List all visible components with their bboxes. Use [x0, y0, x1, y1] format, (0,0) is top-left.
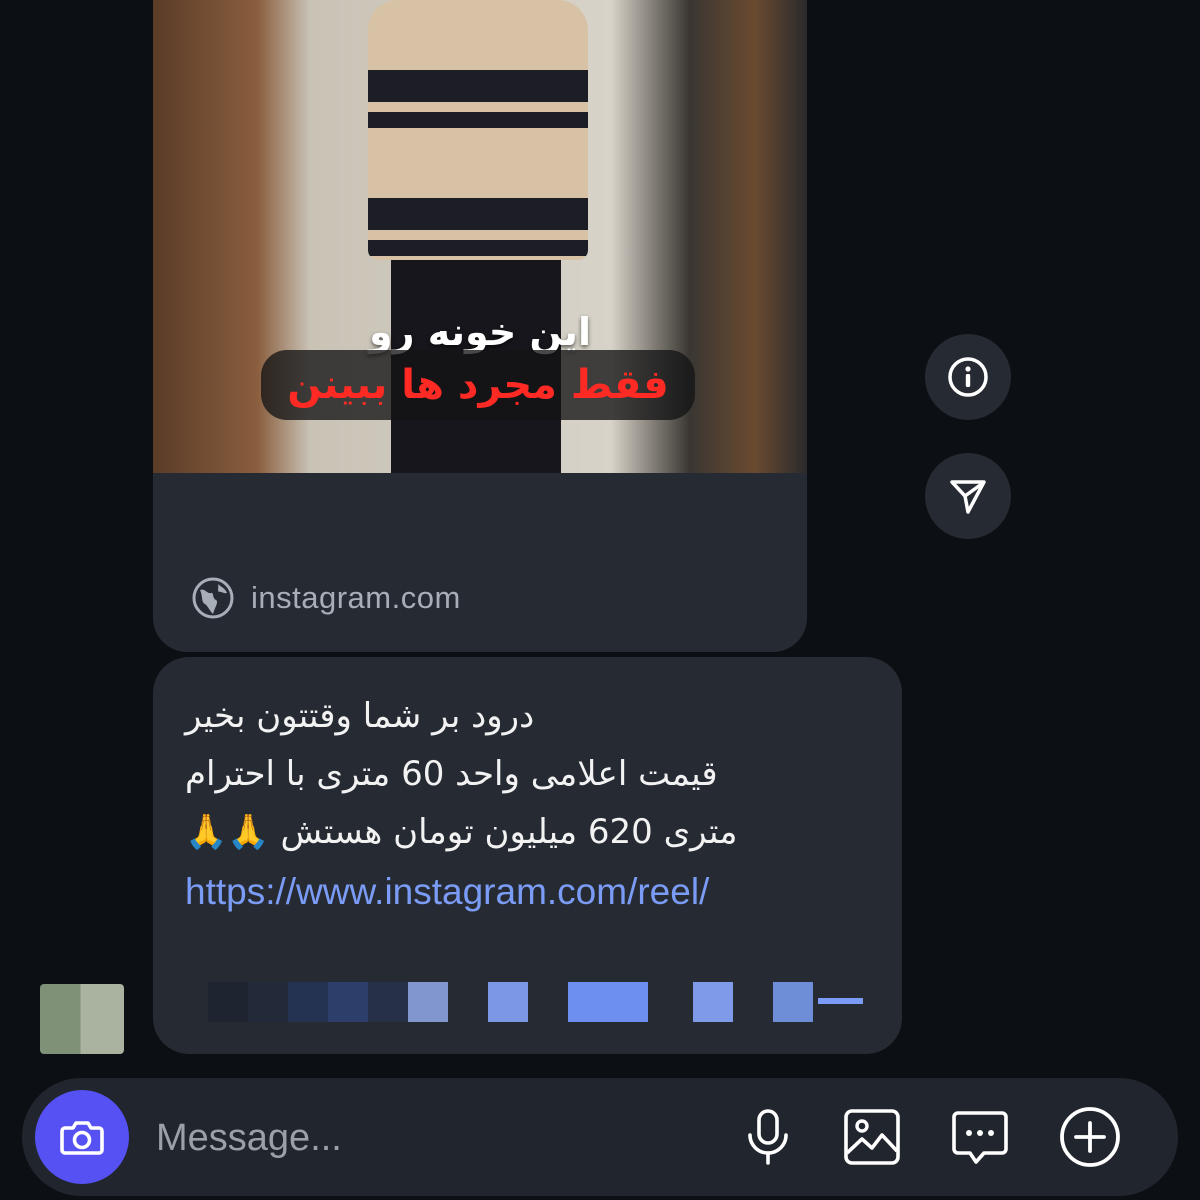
video-caption-pill: فقط مجرد ها ببینن: [261, 350, 695, 420]
sender-avatar[interactable]: [40, 984, 124, 1054]
share-button[interactable]: [925, 453, 1011, 539]
video-person-shirt: [368, 0, 588, 260]
send-icon: [950, 480, 986, 514]
message-bubble[interactable]: درود بر شما وقتتون بخیر قیمت اعلامی واحد…: [153, 657, 902, 1054]
globe-icon: [192, 577, 234, 619]
shared-reel-card[interactable]: این خونه رو فقط مجرد ها ببینن instagram.…: [153, 0, 807, 652]
message-link[interactable]: https://www.instagram.com/reel/: [185, 861, 885, 923]
plus-icon: [1060, 1107, 1120, 1167]
chat-thread: این خونه رو فقط مجرد ها ببینن instagram.…: [0, 0, 1200, 1070]
info-button[interactable]: [925, 334, 1011, 420]
video-caption-line2: فقط مجرد ها ببینن: [287, 362, 669, 408]
message-line: درود بر شما وقتتون بخیر: [185, 696, 535, 736]
gallery-button[interactable]: [838, 1103, 906, 1171]
add-button[interactable]: [1056, 1103, 1124, 1171]
sticker-icon: [952, 1111, 1008, 1164]
reel-video-preview[interactable]: این خونه رو فقط مجرد ها ببینن: [153, 0, 807, 473]
sticker-button[interactable]: [946, 1103, 1014, 1171]
message-text: درود بر شما وقتتون بخیر قیمت اعلامی واحد…: [185, 687, 885, 923]
microphone-button[interactable]: [734, 1103, 802, 1171]
gallery-icon: [844, 1109, 900, 1165]
link-domain: instagram.com: [251, 580, 461, 615]
redacted-text: [208, 982, 868, 1022]
message-composer: [22, 1078, 1178, 1196]
message-line: قیمت اعلامی واحد 60 متری با احترام: [185, 754, 718, 794]
message-input[interactable]: [154, 1108, 718, 1168]
video-caption-line1: این خونه رو: [369, 310, 591, 354]
info-icon: [948, 357, 988, 397]
camera-button[interactable]: [35, 1090, 129, 1184]
link-source-row[interactable]: instagram.com: [191, 576, 461, 620]
camera-icon: [60, 1121, 104, 1155]
microphone-icon: [748, 1109, 788, 1165]
message-line: متری 620 میلیون تومان هستش 🙏🙏: [185, 812, 738, 852]
